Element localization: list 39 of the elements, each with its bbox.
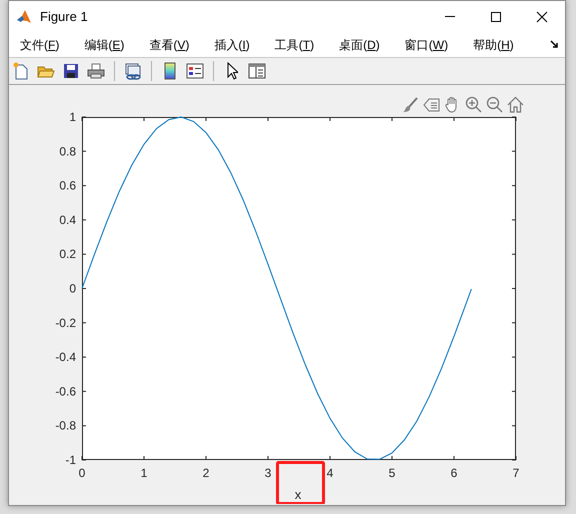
menu-item[interactable]: 窗口(W) [398, 34, 456, 56]
expand-arrow-icon[interactable] [550, 40, 559, 49]
tick-label: -0.6 [55, 384, 76, 398]
tick-label: 1 [140, 466, 148, 480]
zoom-in-icon[interactable] [465, 96, 482, 113]
brush-icon[interactable] [402, 96, 419, 113]
menu-item[interactable]: 文件(F) [13, 34, 66, 56]
tick-label: 4 [326, 466, 334, 480]
tick-label: -0.4 [55, 350, 76, 364]
home-icon[interactable] [507, 96, 524, 113]
tick-label: -1 [65, 453, 76, 467]
menu-item[interactable]: 查看(V) [142, 34, 196, 56]
data-tip-icon[interactable] [423, 96, 440, 113]
menu-item[interactable]: 工具(T) [268, 34, 322, 56]
tick-label: -0.8 [55, 418, 76, 433]
menu-item[interactable]: 帮助(H) [466, 34, 521, 56]
close-icon [536, 10, 548, 22]
tick-label: 7 [512, 466, 520, 480]
tick-label: 6 [450, 466, 458, 480]
zoom-out-icon[interactable] [486, 96, 503, 113]
tick-label: 0 [69, 282, 76, 296]
axis-label: x [294, 487, 302, 502]
window-title: Figure 1 [40, 8, 88, 26]
tick-label: 0.8 [59, 144, 76, 158]
tick-label: 5 [388, 466, 396, 480]
tick-label: 0 [78, 466, 86, 480]
app-logo-icon [16, 8, 32, 24]
tick-label: 0.4 [59, 212, 76, 227]
minimize-icon [445, 16, 455, 17]
menu-item[interactable]: 编辑(E) [77, 34, 132, 56]
tick-label: 1 [69, 110, 76, 124]
tick-label: 0.6 [59, 178, 76, 193]
menu-item[interactable]: 插入(I) [207, 34, 257, 56]
tick-label: -0.2 [55, 316, 76, 330]
tick-label: 0.2 [59, 247, 76, 262]
tick-label: 3 [264, 466, 272, 480]
menu-item[interactable]: 桌面(D) [332, 34, 387, 56]
tick-label: 2 [202, 466, 210, 480]
maximize-icon [490, 10, 502, 22]
